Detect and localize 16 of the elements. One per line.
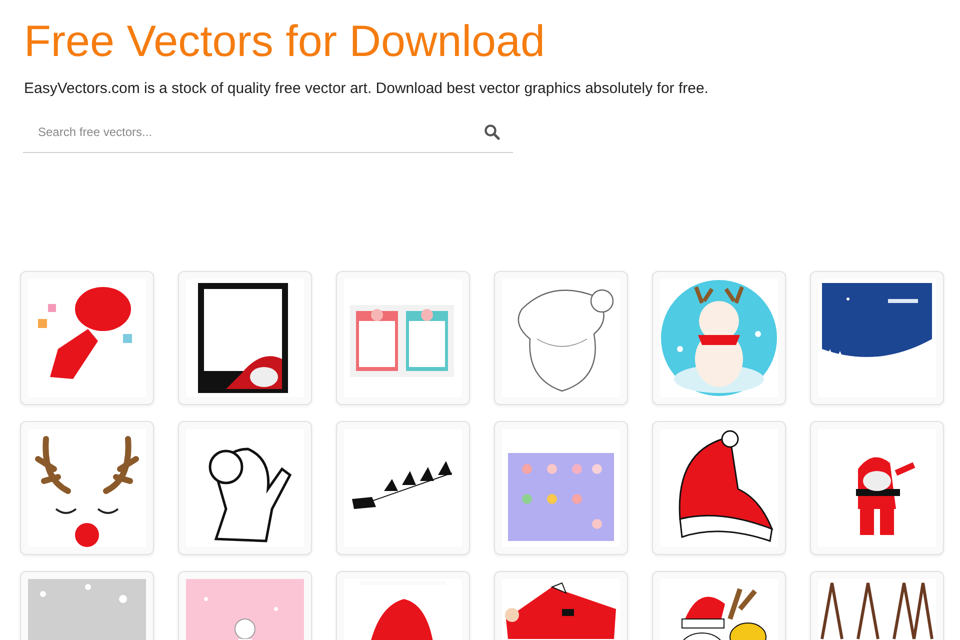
site-description: EasyVectors.com is a stock of quality free vector art. Download best vector graphics absolutely for free. [24,80,710,97]
thumbnail-card[interactable] [494,271,628,405]
thumbnail-card[interactable] [336,271,470,405]
thumbnail-card[interactable] [178,271,312,405]
thumbnail-card[interactable] [652,271,786,405]
thumbnail-card[interactable] [336,421,470,555]
thumbnail-card[interactable] [652,421,786,555]
page-title: Free Vectors for Download [24,16,546,68]
thumbnail-card[interactable] [810,271,944,405]
thumbnail-card[interactable] [810,421,944,555]
thumbnail-card[interactable] [178,421,312,555]
search-field[interactable]: Search free vectors... [38,116,484,146]
thumbnail-card[interactable] [494,421,628,555]
thumbnail-card[interactable] [20,421,154,555]
thumbnail-card[interactable] [20,271,154,405]
search-icon[interactable] [484,124,500,140]
